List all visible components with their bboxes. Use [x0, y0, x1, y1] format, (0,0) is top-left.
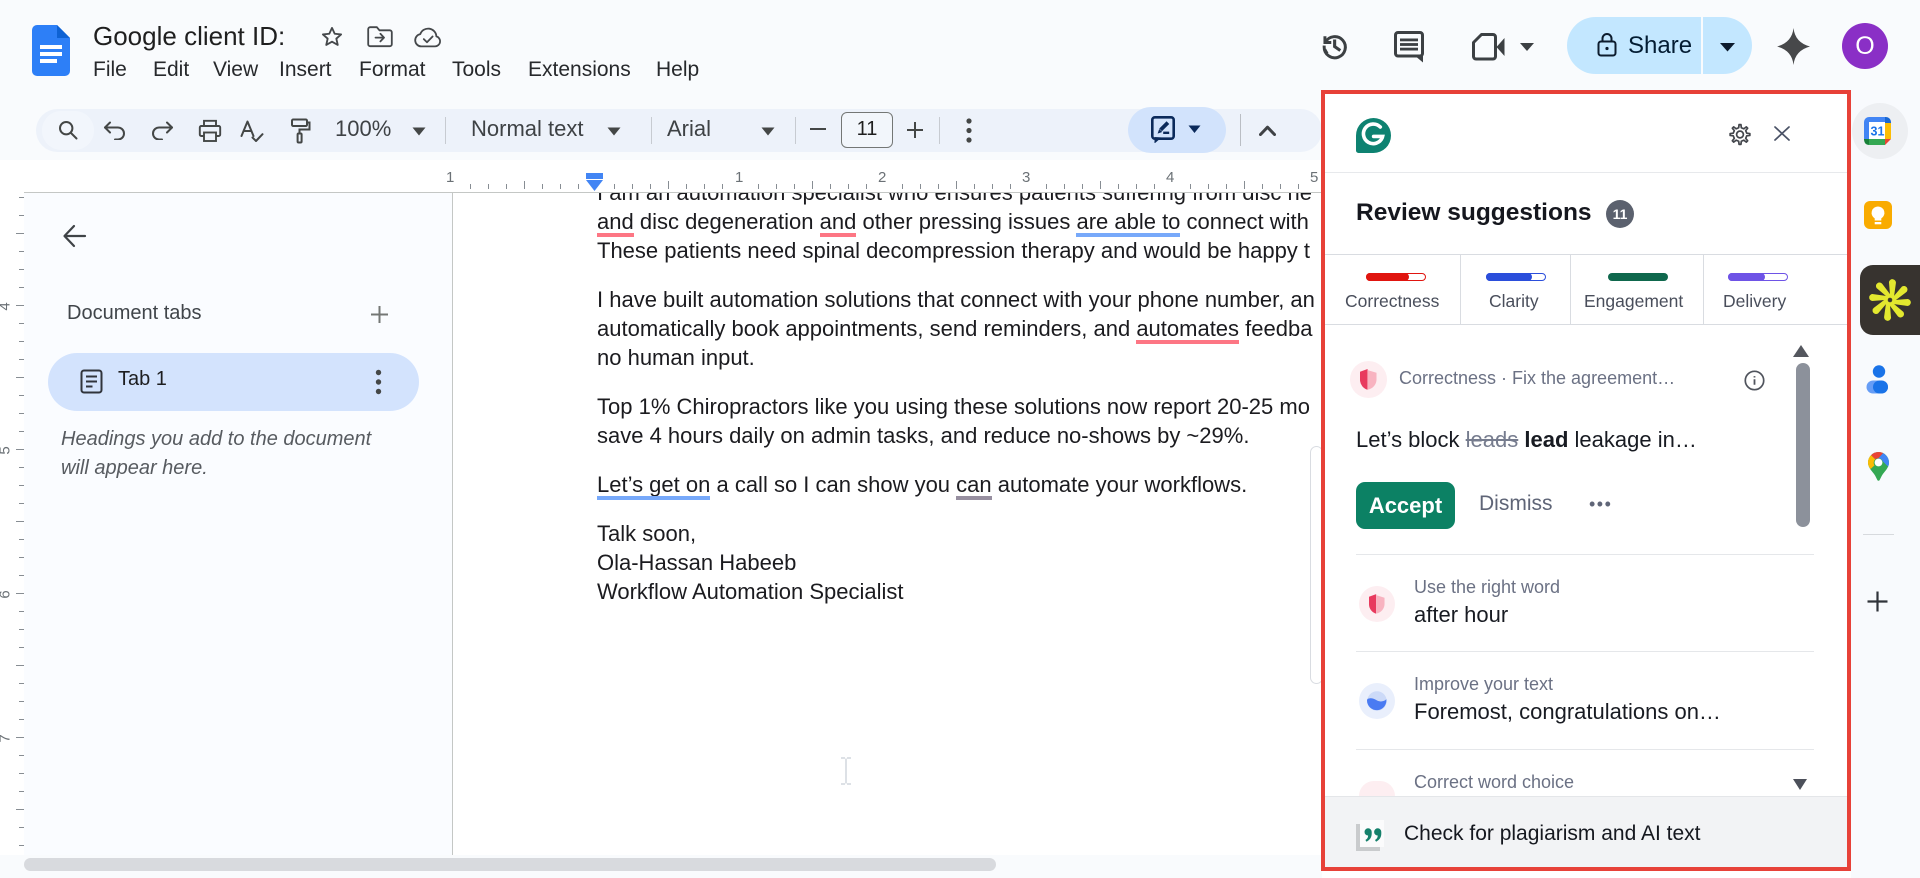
svg-text:31: 31	[1871, 124, 1885, 138]
